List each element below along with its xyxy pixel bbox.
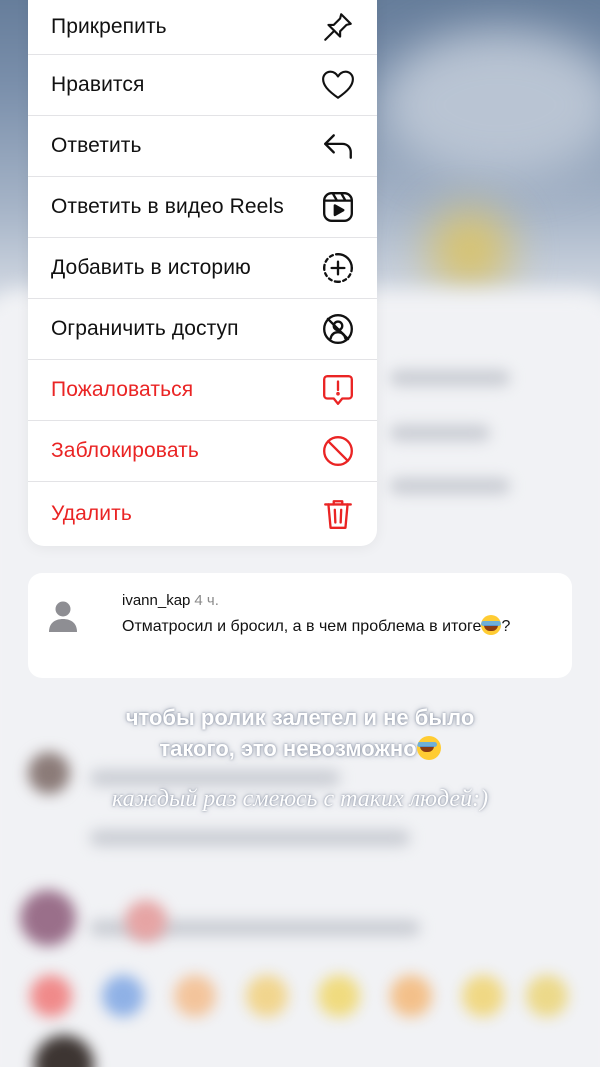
menu-item-add-to-story[interactable]: Добавить в историю xyxy=(28,238,377,299)
block-icon xyxy=(321,434,355,468)
laughing-emoji-icon xyxy=(416,736,441,760)
story-caption-italic: каждый раз смеюсь с таких людей:) xyxy=(111,786,489,812)
comment-header: ivann_kap 4 ч. xyxy=(122,592,219,609)
bg-emoji xyxy=(102,975,144,1017)
default-avatar-icon xyxy=(48,599,78,633)
bg-avatar xyxy=(125,900,167,942)
menu-item-restrict[interactable]: Ограничить доступ xyxy=(28,299,377,360)
menu-item-block[interactable]: Заблокировать xyxy=(28,421,377,482)
bg-emoji xyxy=(526,975,568,1017)
menu-item-delete[interactable]: Удалить xyxy=(28,482,377,546)
menu-item-reply[interactable]: Ответить xyxy=(28,116,377,177)
menu-label: Добавить в историю xyxy=(51,256,251,279)
report-icon xyxy=(321,373,355,407)
menu-label: Ответить xyxy=(51,134,142,157)
menu-item-reply-reels[interactable]: Ответить в видео Reels xyxy=(28,177,377,238)
comment-card[interactable]: ivann_kap 4 ч. Отматросил и бросил, а в ч… xyxy=(28,573,572,678)
story-caption-main: чтобы ролик залетел и не было такого, эт… xyxy=(0,702,600,764)
restrict-icon xyxy=(321,312,355,346)
bg-emoji xyxy=(174,975,216,1017)
comment-username[interactable]: ivann_kap xyxy=(122,592,190,609)
comment-text-main: Отматросил и бросил, а в чем проблема в … xyxy=(122,618,482,635)
pin-icon xyxy=(321,10,355,44)
comment-time: 4 ч. xyxy=(194,592,219,609)
menu-item-report[interactable]: Пожаловаться xyxy=(28,360,377,421)
menu-item-like[interactable]: Нравится xyxy=(28,55,377,116)
bg-emoji xyxy=(390,975,432,1017)
reels-icon xyxy=(321,190,355,224)
sun-glow xyxy=(430,210,510,290)
heart-icon xyxy=(321,68,355,102)
bg-text-line xyxy=(390,370,510,386)
laughing-emoji-icon xyxy=(481,615,502,635)
caption-line-1: чтобы ролик залетел и не было xyxy=(125,705,475,730)
caption-line-2-wrap: такого, это невозможно xyxy=(0,733,600,764)
add-story-icon xyxy=(321,251,355,285)
menu-label: Пожаловаться xyxy=(51,378,194,401)
caption-line-2: такого, это невозможно xyxy=(159,736,417,761)
menu-label: Нравится xyxy=(51,73,145,96)
comment-context-menu: Прикрепить Нравится Ответить Ответить в … xyxy=(28,0,377,546)
menu-label: Удалить xyxy=(51,502,132,525)
bg-text-line xyxy=(90,770,340,786)
bg-text-line xyxy=(90,830,410,846)
bg-text-line xyxy=(390,425,490,441)
bg-emoji xyxy=(462,975,504,1017)
bg-avatar xyxy=(20,890,76,946)
menu-label: Прикрепить xyxy=(51,15,167,38)
bg-emoji xyxy=(30,975,72,1017)
comment-text-end: ? xyxy=(501,618,511,635)
bg-emoji xyxy=(318,975,360,1017)
menu-label: Ответить в видео Reels xyxy=(51,195,284,218)
menu-item-pin[interactable]: Прикрепить xyxy=(28,0,377,55)
menu-label: Заблокировать xyxy=(51,439,199,462)
bg-emoji xyxy=(246,975,288,1017)
bg-text-line xyxy=(390,478,510,494)
comment-text: Отматросил и бросил, а в чем проблема в … xyxy=(122,615,522,638)
trash-icon xyxy=(321,497,355,531)
reply-arrow-icon xyxy=(321,129,355,163)
menu-label: Ограничить доступ xyxy=(51,317,239,340)
